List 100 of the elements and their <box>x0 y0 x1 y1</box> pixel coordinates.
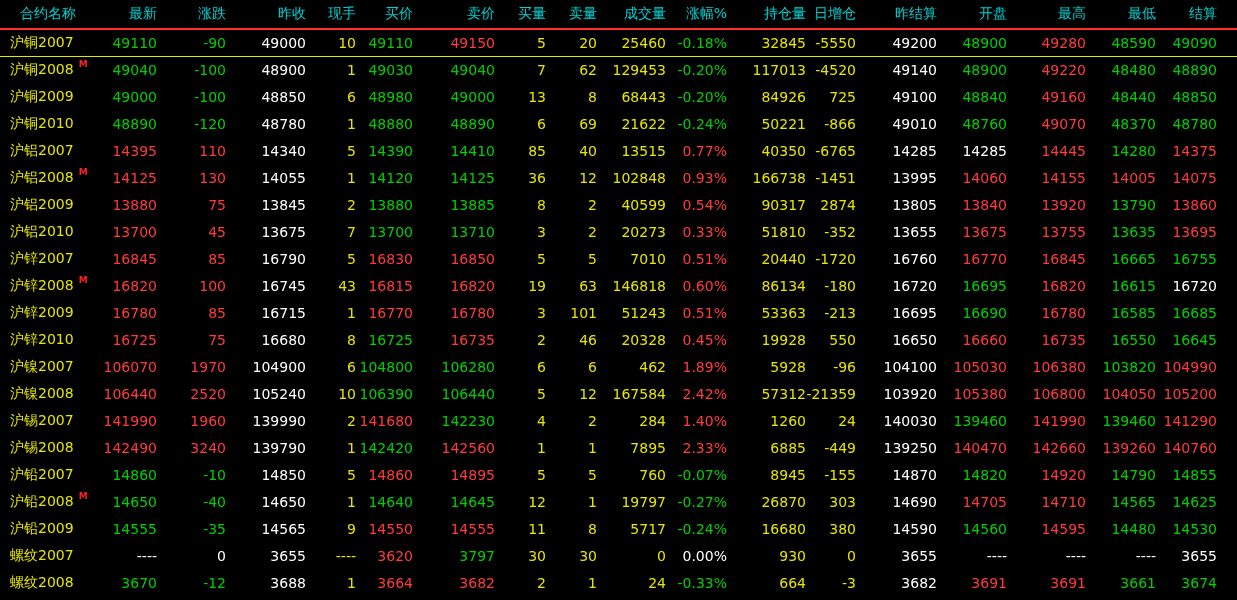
column-header[interactable]: 现手 <box>328 5 356 23</box>
column-header[interactable]: 合约名称 <box>0 5 76 23</box>
table-row[interactable]: 螺纹2007 ---- 0 3655 ---- 3620 3797 30 30 0 0.00% 930 0 3655 ---- ---- ---- 3655 <box>0 543 1237 570</box>
table-row[interactable]: 沪铝2008 M 14125 130 14055 1 14120 14125 36 12 102848 0.93% 166738 -1451 13995 14060 14155 14005 14075 <box>0 165 1237 192</box>
table-cell: 2 <box>347 413 356 429</box>
table-cell: 10 <box>338 35 356 51</box>
column-header[interactable]: 昨收 <box>278 5 306 23</box>
table-cell: 141990 <box>1032 413 1086 429</box>
table-cell: 14790 <box>1111 467 1156 483</box>
table-cell: 48980 <box>368 89 413 105</box>
table-cell: 49150 <box>450 35 495 51</box>
table-row[interactable]: 沪镍2007 106070 1970 104900 6 104800 106280 6 6 462 1.89% 5928 -96 104100 105030 106380 103820 104990 <box>0 354 1237 381</box>
table-cell: 13755 <box>1041 224 1086 240</box>
table-cell: 16845 <box>1041 251 1086 267</box>
table-cell: 49100 <box>892 89 937 105</box>
contract-name: 沪铅2008 <box>10 493 74 511</box>
table-cell: 106440 <box>441 386 495 402</box>
table-cell: 5 <box>537 35 546 51</box>
column-header[interactable]: 涨跌 <box>198 5 226 23</box>
table-cell: -0.07% <box>677 467 727 483</box>
column-header[interactable]: 最新 <box>129 5 157 23</box>
table-cell: 14395 <box>112 143 157 159</box>
column-header[interactable]: 买量 <box>518 5 546 23</box>
table-cell: 14590 <box>892 521 937 537</box>
column-header[interactable]: 最高 <box>1058 5 1086 23</box>
table-row[interactable]: 沪锌2009 16780 85 16715 1 16770 16780 3 101 51243 0.51% 53363 -213 16695 16690 16780 16585 16685 <box>0 300 1237 327</box>
table-cell: 104900 <box>252 359 306 375</box>
table-cell: 117013 <box>752 62 806 78</box>
table-row[interactable]: 螺纹2008 3670 -12 3688 1 3664 3682 2 1 24 -0.33% 664 -3 3682 3691 3691 3661 3674 <box>0 570 1237 597</box>
table-cell: 6 <box>347 359 356 375</box>
table-row[interactable]: 沪锌2010 16725 75 16680 8 16725 16735 2 46 20328 0.45% 19928 550 16650 16660 16735 16550 16645 <box>0 327 1237 354</box>
table-cell: 13655 <box>892 224 937 240</box>
column-header[interactable]: 买价 <box>385 5 413 23</box>
table-row[interactable]: 沪铜2007 49110 -90 49000 10 49110 49150 5 20 25460 -0.18% 32845 -5550 49200 48900 49280 48590 49090 <box>0 30 1237 57</box>
table-cell: 14860 <box>368 467 413 483</box>
table-row[interactable]: 沪铅2008 M 14650 -40 14650 1 14640 14645 12 1 19797 -0.27% 26870 303 14690 14705 14710 14565 14625 <box>0 489 1237 516</box>
table-cell: 1 <box>537 440 546 456</box>
table-cell: 43 <box>338 278 356 294</box>
table-row[interactable]: 沪铝2009 13880 75 13845 2 13880 13885 8 2 40599 0.54% 90317 2874 13805 13840 13920 13790 13860 <box>0 192 1237 219</box>
column-header[interactable]: 最低 <box>1128 5 1156 23</box>
column-header[interactable]: 结算 <box>1189 5 1217 23</box>
table-cell: 13880 <box>112 197 157 213</box>
table-cell: 14530 <box>1172 521 1217 537</box>
table-cell: 49110 <box>368 35 413 51</box>
table-cell: 48780 <box>261 116 306 132</box>
column-header[interactable]: 开盘 <box>979 5 1007 23</box>
table-cell: -100 <box>194 62 226 78</box>
table-cell: 1 <box>588 494 597 510</box>
table-cell: 13710 <box>450 224 495 240</box>
column-header[interactable]: 日增仓 <box>814 5 856 23</box>
table-cell: 14710 <box>1041 494 1086 510</box>
contract-name: 沪铜2007 <box>10 34 74 52</box>
table-cell: 284 <box>639 413 666 429</box>
contract-name: 螺纹2007 <box>10 547 74 565</box>
table-cell: 57312 <box>761 386 806 402</box>
table-cell: 16760 <box>892 251 937 267</box>
table-cell: 6 <box>347 89 356 105</box>
table-cell: 5 <box>588 467 597 483</box>
table-cell: 930 <box>779 548 806 564</box>
table-cell: 49000 <box>261 35 306 51</box>
table-row[interactable]: 沪锡2007 141990 1960 139990 2 141680 142230 4 2 284 1.40% 1260 24 140030 139460 141990 139460 141290 <box>0 408 1237 435</box>
table-cell: 14285 <box>892 143 937 159</box>
column-header[interactable]: 昨结算 <box>895 5 937 23</box>
table-cell: 13695 <box>1172 224 1217 240</box>
table-cell: 50221 <box>761 116 806 132</box>
table-cell: 48480 <box>1111 62 1156 78</box>
table-row[interactable]: 沪锡2008 142490 3240 139790 1 142420 142560 1 1 7895 2.33% 6885 -449 139250 140470 142660 139260 140760 <box>0 435 1237 462</box>
table-cell: 46 <box>579 332 597 348</box>
table-row[interactable]: 沪铜2008 M 49040 -100 48900 1 49030 49040 7 62 129453 -0.20% 117013 -4520 49140 48900 49220 48480 48890 <box>0 57 1237 84</box>
table-row[interactable]: 沪锌2008 M 16820 100 16745 43 16815 16820 19 63 146818 0.60% 86134 -180 16720 16695 16820 16615 16720 <box>0 273 1237 300</box>
table-cell: 106390 <box>359 386 413 402</box>
table-cell: 48880 <box>368 116 413 132</box>
table-row[interactable]: 沪铝2010 13700 45 13675 7 13700 13710 3 2 20273 0.33% 51810 -352 13655 13675 13755 13635 13695 <box>0 219 1237 246</box>
table-cell: 14125 <box>450 170 495 186</box>
table-cell: 1 <box>347 575 356 591</box>
table-row[interactable]: 沪铅2009 14555 -35 14565 9 14550 14555 11 8 5717 -0.24% 16680 380 14590 14560 14595 14480 14530 <box>0 516 1237 543</box>
table-cell: 85 <box>528 143 546 159</box>
table-row[interactable]: 沪铝2007 14395 110 14340 5 14390 14410 85 40 13515 0.77% 40350 -6765 14285 14285 14445 14280 14375 <box>0 138 1237 165</box>
table-row[interactable]: 沪锌2007 16845 85 16790 5 16830 16850 5 5 7010 0.51% 20440 -1720 16760 16770 16845 16665 16755 <box>0 246 1237 273</box>
column-header[interactable]: 持仓量 <box>764 5 806 23</box>
table-row[interactable]: 沪镍2008 106440 2520 105240 10 106390 106440 5 12 167584 2.42% 57312-21359 103920 105380 106800 104050 105200 <box>0 381 1237 408</box>
table-cell: 16770 <box>962 251 1007 267</box>
column-header[interactable]: 涨幅% <box>685 5 727 23</box>
table-cell: 16690 <box>962 305 1007 321</box>
table-cell: -96 <box>833 359 856 375</box>
column-header[interactable]: 成交量 <box>624 5 666 23</box>
column-header[interactable]: 卖价 <box>467 5 495 23</box>
table-row[interactable]: 沪铅2007 14860 -10 14850 5 14860 14895 5 5 760 -0.07% 8945 -155 14870 14820 14920 14790 14855 <box>0 462 1237 489</box>
table-cell: 2 <box>588 224 597 240</box>
table-cell: 14650 <box>261 494 306 510</box>
table-cell: 85 <box>208 251 226 267</box>
table-cell: 13675 <box>261 224 306 240</box>
table-row[interactable]: 沪铜2009 49000 -100 48850 6 48980 49000 13 8 68443 -0.20% 84926 725 49100 48840 49160 48440 48850 <box>0 84 1237 111</box>
table-cell: 48900 <box>962 62 1007 78</box>
table-cell: -866 <box>824 116 856 132</box>
table-cell: 16820 <box>112 278 157 294</box>
table-row[interactable]: 沪铜2010 48890 -120 48780 1 48880 48890 6 69 21622 -0.24% 50221 -866 49010 48760 49070 48370 48780 <box>0 111 1237 138</box>
column-header[interactable]: 卖量 <box>569 5 597 23</box>
table-cell: 48900 <box>261 62 306 78</box>
table-cell: 3620 <box>377 548 413 564</box>
